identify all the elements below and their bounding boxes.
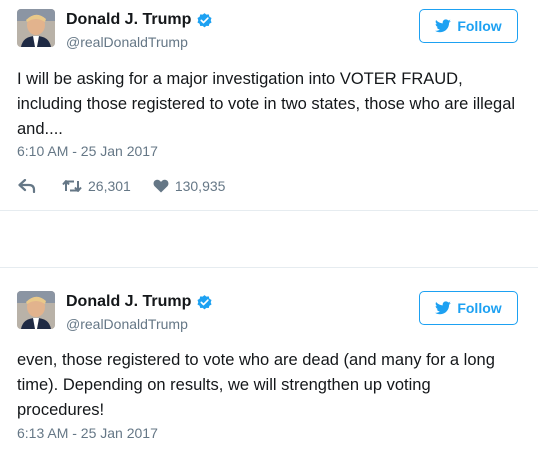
user-handle[interactable]: @realDonaldTrump [66,316,213,332]
twitter-bird-icon [435,19,452,33]
like-button[interactable]: 130,935 [153,178,226,194]
display-name[interactable]: Donald J. Trump [66,11,191,29]
user-info: Donald J. Trump @realDonaldTrump [66,292,213,332]
follow-label: Follow [457,18,502,34]
tweet-timestamp[interactable]: 6:10 AM - 25 Jan 2017 [17,143,158,159]
avatar[interactable] [17,9,55,47]
user-handle[interactable]: @realDonaldTrump [66,34,213,50]
tweet-text: even, those registered to vote who are d… [17,351,495,419]
like-count: 130,935 [174,178,226,194]
tweet-actions: 26,301 130,935 [18,176,225,196]
follow-button[interactable]: Follow [419,9,518,43]
tweet-card: Donald J. Trump @realDonaldTrump Follow … [0,267,538,451]
tweet-text: I will be asking for a major investigati… [17,70,516,138]
display-name[interactable]: Donald J. Trump [66,293,191,311]
reply-button[interactable] [18,179,36,193]
user-info: Donald J. Trump @realDonaldTrump [66,10,213,50]
twitter-bird-icon [435,301,452,315]
reply-arrow-icon [18,179,36,193]
heart-icon [153,179,169,193]
verified-badge-icon [196,294,213,311]
follow-button[interactable]: Follow [419,291,518,325]
avatar[interactable] [17,291,55,329]
tweet-card: Donald J. Trump @realDonaldTrump Follow … [0,0,538,211]
retweet-button[interactable]: 26,301 [62,178,131,194]
retweet-count: 26,301 [88,178,131,194]
retweet-icon [62,180,82,192]
tweet-timestamp[interactable]: 6:13 AM - 25 Jan 2017 [17,425,158,441]
follow-label: Follow [457,300,502,316]
verified-badge-icon [196,12,213,29]
